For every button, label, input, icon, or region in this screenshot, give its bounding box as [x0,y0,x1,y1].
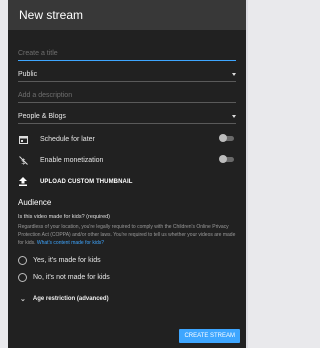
create-stream-button[interactable]: CREATE STREAM [179,329,240,343]
dropdown-arrow-icon [232,73,236,76]
toggle-knob [219,134,227,142]
dropdown-arrow-icon [232,115,236,118]
audience-heading: Audience [18,198,52,207]
schedule-toggle[interactable] [219,134,234,142]
title-placeholder: Create a title [18,50,58,57]
title-input[interactable]: Create a title [18,38,236,61]
toggle-knob [219,155,227,163]
description-input[interactable]: Add a description [18,82,236,103]
radio-no-label: No, it's not made for kids [33,274,110,281]
dollar-off-icon: $ [18,156,28,166]
radio-circle[interactable] [18,256,27,265]
category-select[interactable]: People & Blogs [18,103,236,124]
age-restriction-toggle[interactable]: ⌄ Age restriction (advanced) [18,288,236,310]
description-placeholder: Add a description [18,92,73,99]
monetization-toggle[interactable] [219,155,234,163]
radio-yes-kids[interactable]: Yes, it's made for kids [18,252,236,269]
dialog-title: New stream [19,8,84,22]
kids-question: Is this video made for kids? (required) [18,214,111,220]
chevron-down-icon: ⌄ [20,296,26,303]
age-restriction-label: Age restriction (advanced) [32,296,109,302]
visibility-select[interactable]: Public [18,61,236,82]
category-value: People & Blogs [18,113,66,120]
schedule-label: Schedule for later [40,136,95,143]
coppa-description: Regardless of your location, you're lega… [18,223,236,247]
upload-thumbnail-button[interactable]: UPLOAD CUSTOM THUMBNAIL [18,171,236,192]
visibility-value: Public [18,71,38,78]
monetization-label: Enable monetization [40,157,104,164]
upload-icon [18,177,28,187]
radio-yes-label: Yes, it's made for kids [33,257,101,264]
calendar-icon [18,135,28,145]
new-stream-dialog: New stream Create a title Public Add a d… [8,0,246,348]
monetization-row: $ Enable monetization [18,150,236,171]
upload-label: UPLOAD CUSTOM THUMBNAIL [40,178,133,185]
radio-no-kids[interactable]: No, it's not made for kids [18,269,236,286]
dialog-header: New stream [8,0,246,30]
radio-circle[interactable] [18,273,27,282]
made-for-kids-link[interactable]: What's content made for kids? [37,240,104,246]
schedule-row: Schedule for later [18,129,236,150]
